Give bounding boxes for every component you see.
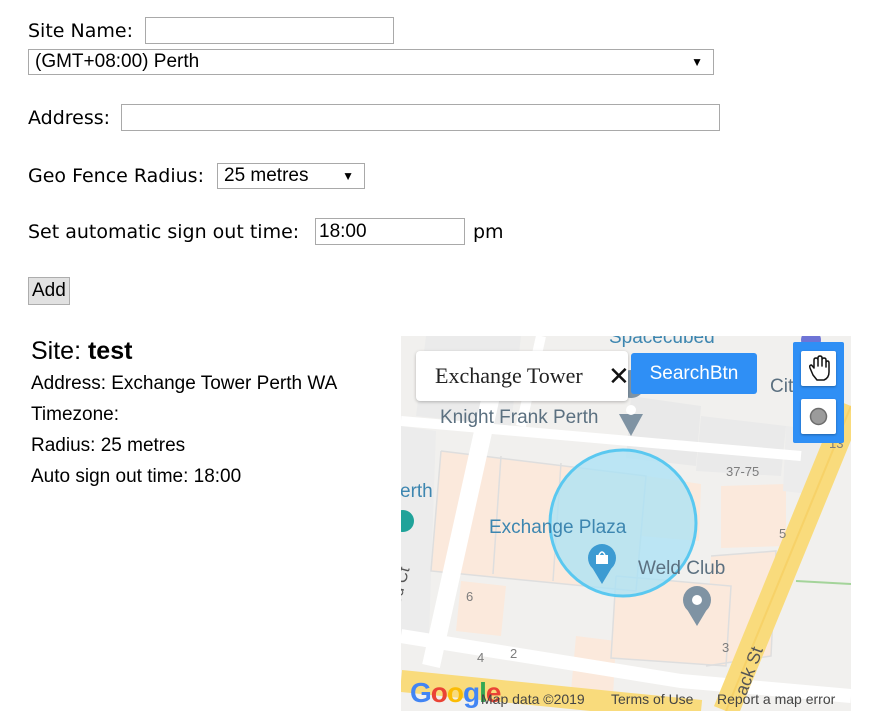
radius-label: Geo Fence Radius: (28, 165, 204, 187)
terms-link[interactable]: Terms of Use (611, 691, 693, 707)
map-search-button[interactable]: SearchBtn (631, 353, 757, 394)
map-search-input[interactable]: Exchange Tower Perth (435, 363, 585, 389)
address-input[interactable] (121, 104, 720, 131)
site-radius: Radius: 25 metres (31, 435, 186, 456)
map-label-num: 2 (510, 646, 518, 661)
site-address: Address: Exchange Tower Perth WA (31, 373, 338, 394)
dropdown-arrow-icon: ▼ (691, 55, 703, 69)
site-timezone: Timezone: (31, 404, 119, 425)
report-map-error-link[interactable]: Report a map error (717, 691, 835, 707)
map-label-city: Cit (770, 376, 794, 397)
hand-pan-icon[interactable] (801, 351, 836, 386)
site-name-label: Site Name: (28, 20, 133, 42)
map-label-num: 37-75 (726, 464, 760, 479)
timezone-selected-value: (GMT+08:00) Perth (35, 51, 200, 72)
site-name-value: test (87, 337, 133, 365)
close-icon[interactable]: ✕ (608, 364, 630, 390)
site-name-input[interactable] (145, 17, 394, 44)
address-label: Address: (28, 107, 111, 129)
signout-time-input[interactable]: 18:00 (315, 218, 465, 245)
timezone-select[interactable]: (GMT+08:00) Perth ▼ (28, 49, 714, 75)
radius-select[interactable]: 25 metres ▼ (217, 163, 365, 189)
map-label-knight-frank: Knight Frank Perth (440, 407, 599, 428)
signout-label: Set automatic sign out time: (28, 221, 300, 243)
add-button[interactable]: Add (28, 277, 70, 305)
map-label-exchange-plaza: Exchange Plaza (489, 517, 627, 538)
radius-selected-value: 25 metres (224, 165, 309, 186)
map-search-box: Exchange Tower Perth ✕ (416, 351, 630, 401)
signout-suffix: pm (473, 221, 504, 243)
map-label-num: 3 (722, 640, 730, 655)
map-footer: Google Map data ©2019 Terms of Use Repor… (401, 677, 851, 711)
site-heading-prefix: Site: (31, 337, 82, 365)
site-heading: Site: test (31, 336, 132, 366)
dropdown-arrow-icon: ▼ (342, 169, 354, 183)
map-label-spacecubed: Spacecubed (609, 336, 715, 348)
map[interactable]: Spacecubed Knight Frank Perth Exchange P… (401, 336, 851, 711)
map-label-num: 6 (466, 589, 474, 604)
circle-draw-icon[interactable] (801, 399, 836, 434)
map-label-weld-club: Weld Club (638, 558, 726, 579)
map-data-text: Map data ©2019 (481, 691, 585, 707)
map-drawing-tools (793, 342, 844, 443)
map-label-num: 5 (779, 526, 787, 541)
map-label-num: 4 (477, 650, 485, 665)
site-signout: Auto sign out time: 18:00 (31, 466, 242, 487)
